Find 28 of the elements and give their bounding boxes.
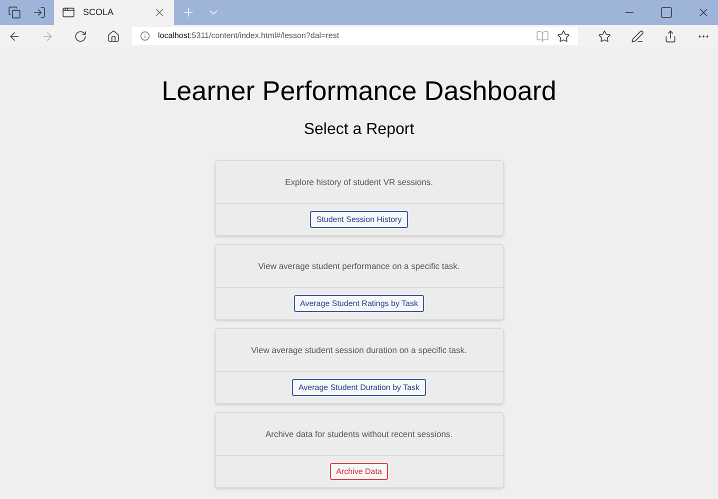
maximize-icon[interactable] xyxy=(660,6,673,19)
report-description: View average student session duration on a specific task. xyxy=(251,344,467,356)
browser-tab[interactable]: SCOLA xyxy=(54,0,174,25)
report-button[interactable]: Archive Data xyxy=(330,463,388,480)
report-button[interactable]: Average Student Duration by Task xyxy=(292,379,426,396)
report-button[interactable]: Average Student Ratings by Task xyxy=(294,295,424,312)
page-title: Learner Performance Dashboard xyxy=(162,75,556,107)
set-aside-tabs-icon[interactable] xyxy=(33,6,46,19)
tabs-icon[interactable] xyxy=(8,6,21,19)
report-description: Explore history of student VR sessions. xyxy=(285,176,433,188)
report-description: Archive data for students without recent sessions. xyxy=(265,428,453,440)
page-subtitle: Select a Report xyxy=(304,120,414,140)
address-bar[interactable]: localhost:5311/content/index.html#/lesson?dal=rest xyxy=(132,27,578,45)
share-icon[interactable] xyxy=(664,30,677,42)
back-icon[interactable] xyxy=(8,30,21,42)
tab-title: SCOLA xyxy=(83,6,115,19)
pen-icon[interactable] xyxy=(631,30,644,42)
close-icon[interactable] xyxy=(697,6,710,19)
home-icon[interactable] xyxy=(107,30,120,42)
report-button[interactable]: Student Session History xyxy=(310,211,408,228)
refresh-icon[interactable] xyxy=(74,30,87,42)
report-description: View average student performance on a specific task. xyxy=(258,260,460,272)
star-icon[interactable] xyxy=(557,30,570,42)
favorites-icon[interactable] xyxy=(598,30,611,42)
page-icon[interactable] xyxy=(62,6,75,19)
url-text: localhost:5311/content/index.html#/lesson?dal=rest xyxy=(158,30,340,42)
close-icon[interactable] xyxy=(153,6,166,19)
info-icon xyxy=(140,31,150,41)
